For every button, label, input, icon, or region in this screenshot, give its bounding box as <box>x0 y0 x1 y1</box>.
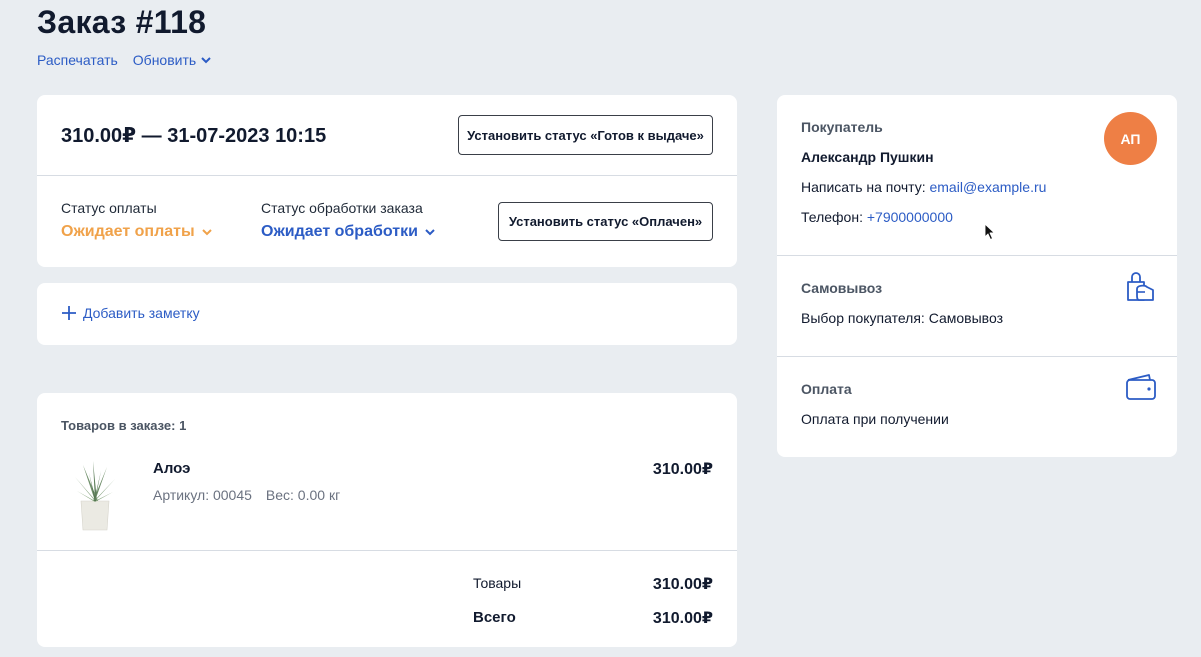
product-price: 310.00₽ <box>652 461 713 478</box>
order-details-sidebar: Покупатель Александр Пушкин Написать на … <box>777 95 1177 457</box>
customer-email-row: Написать на почту: email@example.ru <box>801 179 1046 195</box>
add-note-button[interactable]: Добавить заметку <box>61 305 200 321</box>
order-card: 310.00₽ — 31-07-2023 10:15 Установить ст… <box>37 95 737 267</box>
goods-total-label: Товары <box>473 575 522 591</box>
customer-phone-link[interactable]: +7900000000 <box>867 209 953 225</box>
payment-status-value: Ожидает оплаты <box>61 223 195 240</box>
items-count: Товаров в заказе: 1 <box>61 418 187 433</box>
note-card: Добавить заметку <box>37 283 737 345</box>
delivery-text: Выбор покупателя: Самовывоз <box>801 310 1003 326</box>
order-header: 310.00₽ — 31-07-2023 10:15 Установить ст… <box>37 95 737 176</box>
product-sku: Артикул: 00045 <box>153 487 252 503</box>
product-name[interactable]: Алоэ <box>153 460 190 477</box>
goods-total-value: 310.00₽ <box>652 576 713 593</box>
avatar: АП <box>1104 112 1157 165</box>
customer-email-link[interactable]: email@example.ru <box>929 179 1046 195</box>
refresh-label: Обновить <box>132 52 197 68</box>
chevron-down-icon <box>425 229 435 236</box>
phone-prefix: Телефон: <box>801 209 867 225</box>
plus-icon <box>62 306 76 320</box>
product-weight: Вес: 0.00 кг <box>265 487 341 503</box>
grand-total-label: Всего <box>473 609 516 626</box>
print-link[interactable]: Распечатать <box>37 52 118 68</box>
delivery-section: Самовывоз Выбор покупателя: Самовывоз <box>777 255 1177 356</box>
set-paid-status-button[interactable]: Установить статус «Оплачен» <box>498 202 713 241</box>
refresh-dropdown[interactable]: Обновить <box>133 52 212 68</box>
processing-status-dropdown[interactable]: Ожидает обработки <box>261 223 436 241</box>
order-summary: 310.00₽ — 31-07-2023 10:15 <box>61 125 327 147</box>
customer-name: Александр Пушкин <box>801 149 934 165</box>
grand-total-value: 310.00₽ <box>652 610 713 627</box>
add-note-label: Добавить заметку <box>83 305 200 321</box>
title-actions: Распечатать Обновить <box>37 52 212 68</box>
customer-heading: Покупатель <box>801 119 883 135</box>
payment-status-label: Статус оплаты <box>61 200 157 216</box>
payment-section: Оплата Оплата при получении <box>777 356 1177 457</box>
payment-text: Оплата при получении <box>801 411 949 427</box>
chevron-down-icon <box>201 229 212 236</box>
chevron-down-icon <box>201 57 211 64</box>
shopping-bag-icon <box>1127 272 1154 301</box>
customer-section: Покупатель Александр Пушкин Написать на … <box>777 95 1177 255</box>
processing-status-label: Статус обработки заказа <box>261 200 423 216</box>
customer-phone-row: Телефон: +7900000000 <box>801 209 953 225</box>
payment-status-dropdown[interactable]: Ожидает оплаты <box>61 223 213 241</box>
processing-status-value: Ожидает обработки <box>261 223 418 240</box>
wallet-icon <box>1126 374 1156 400</box>
product-image <box>75 461 115 531</box>
order-items-card: Товаров в заказе: 1 Алоэ Артикул: 00045 … <box>37 393 737 647</box>
mouse-cursor-icon <box>984 223 995 240</box>
divider <box>37 550 737 551</box>
email-prefix: Написать на почту: <box>801 179 930 195</box>
set-ready-status-button[interactable]: Установить статус «Готов к выдаче» <box>458 115 713 155</box>
processing-status: Статус обработки заказа Ожидает обработк… <box>261 200 436 241</box>
delivery-heading: Самовывоз <box>801 280 883 296</box>
page-title: Заказ #118 <box>37 4 207 40</box>
product-meta: Артикул: 00045 Вес: 0.00 кг <box>153 487 340 503</box>
payment-status: Статус оплаты Ожидает оплаты <box>61 200 213 241</box>
payment-heading: Оплата <box>801 381 852 397</box>
